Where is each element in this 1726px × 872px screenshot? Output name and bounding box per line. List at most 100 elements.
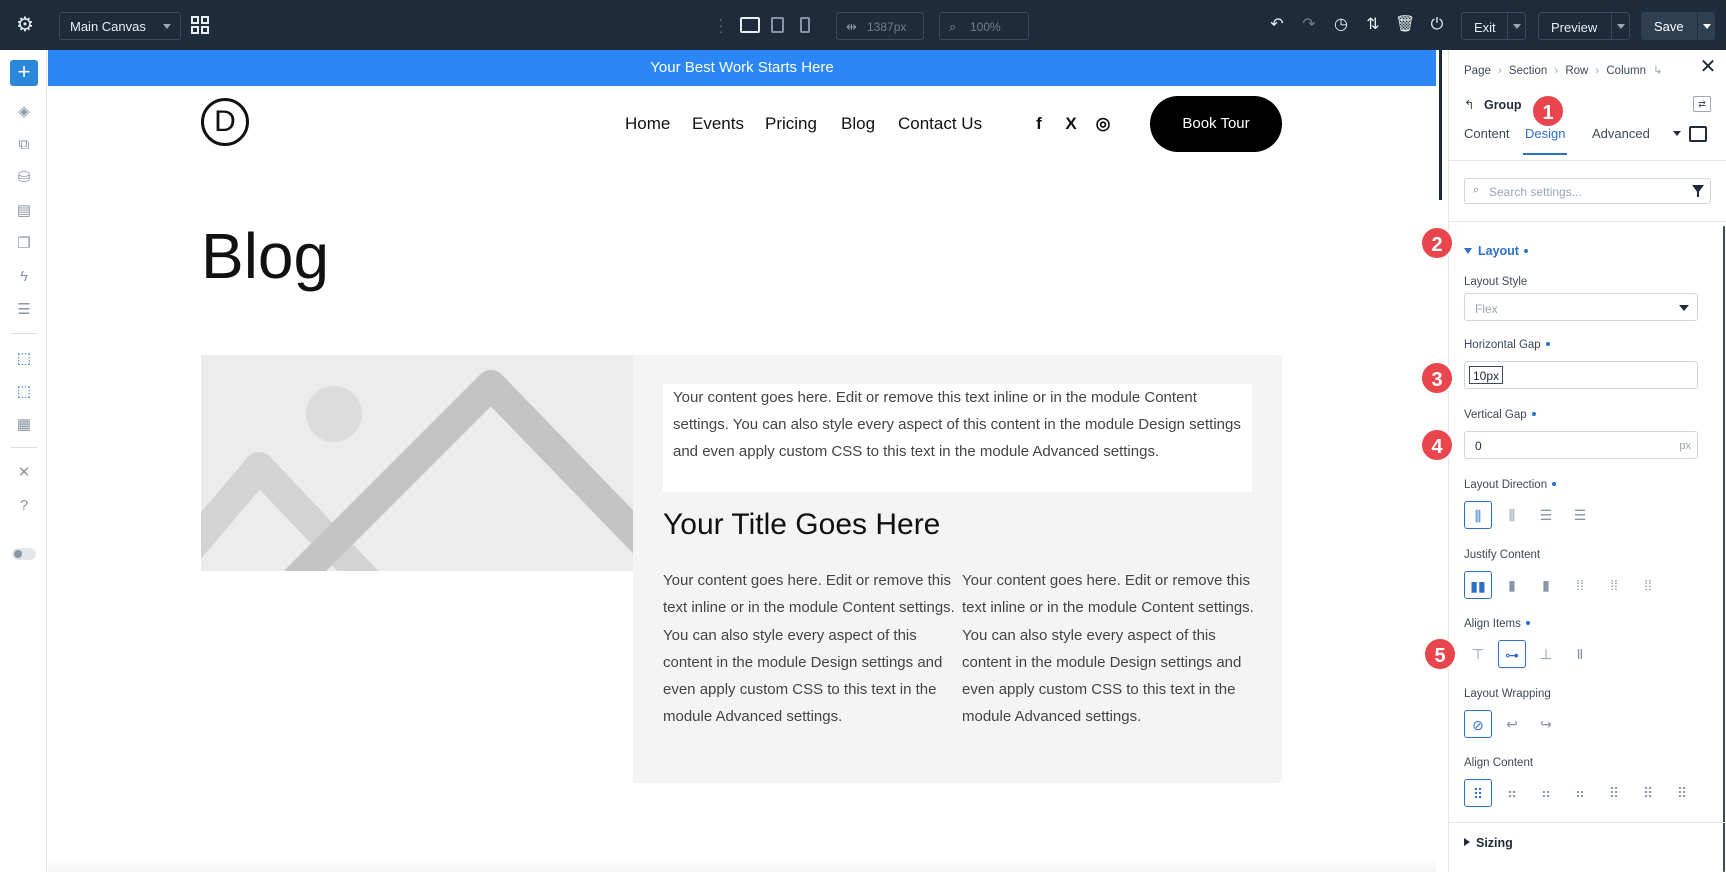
horizontal-gap-input[interactable]: 10px	[1464, 361, 1698, 389]
grid-icon[interactable]	[191, 16, 211, 36]
filter-icon[interactable]	[1692, 185, 1704, 197]
pages-icon[interactable]: ❐	[13, 233, 35, 255]
column-text-2[interactable]: Your content goes here. Edit or remove t…	[962, 567, 1254, 731]
facebook-icon[interactable]: f	[1029, 114, 1049, 134]
breadcrumb-column[interactable]: Column	[1606, 65, 1646, 77]
justify-evenly-icon[interactable]: ⁞⁞	[1634, 571, 1662, 599]
align-start-icon[interactable]: ⊤	[1464, 640, 1492, 668]
undo-icon[interactable]: ↶	[1267, 14, 1287, 36]
placeholder-image	[201, 355, 633, 571]
direction-row-icon[interactable]: ⫼	[1464, 501, 1492, 529]
database-icon[interactable]: ⛁	[13, 167, 35, 189]
theme-icon[interactable]: ⧉	[13, 134, 35, 156]
canvas-select[interactable]: Main Canvas	[59, 12, 181, 40]
align-content-start-icon[interactable]: ⠿	[1464, 779, 1492, 807]
lightning-icon[interactable]: ϟ	[13, 266, 35, 288]
card-title[interactable]: Your Title Goes Here	[663, 508, 940, 542]
align-content-label: Align Content	[1464, 757, 1534, 769]
desktop-view-icon[interactable]	[740, 17, 760, 33]
justify-between-icon[interactable]: ⁞⁞	[1566, 571, 1594, 599]
exit-dropdown-icon[interactable]	[1507, 13, 1525, 39]
search-icon: ⌕	[949, 19, 957, 34]
multi-select-icon[interactable]: ⬚	[13, 381, 35, 403]
nav-link-blog[interactable]: Blog	[841, 114, 875, 134]
close-icon[interactable]: ✕	[1699, 57, 1717, 77]
layout-section-toggle[interactable]: Layout	[1464, 244, 1528, 258]
align-content-center-icon[interactable]: ⠶	[1498, 779, 1526, 807]
select-element-icon[interactable]: ⬚	[13, 348, 35, 370]
preset-icon[interactable]	[1689, 126, 1707, 142]
wrap-reverse-icon[interactable]: ↪	[1532, 710, 1560, 738]
align-content-around-icon[interactable]: ⠿	[1600, 779, 1628, 807]
breadcrumb-page[interactable]: Page	[1464, 65, 1491, 77]
intro-text[interactable]: Your content goes here. Edit or remove t…	[663, 384, 1252, 492]
page-settings-icon[interactable]: ▤	[13, 200, 35, 222]
help-icon[interactable]: ?	[13, 495, 35, 517]
align-center-icon[interactable]: ⊶	[1498, 640, 1526, 668]
align-content-between-icon[interactable]: ⠶	[1566, 779, 1594, 807]
theme-toggle[interactable]	[12, 548, 36, 560]
sizing-section-toggle[interactable]: Sizing	[1464, 836, 1513, 850]
canvas-width-field[interactable]: ⇹ 1387px	[836, 12, 924, 40]
layers-icon[interactable]: ◈	[13, 101, 35, 123]
site-logo[interactable]: D	[201, 98, 249, 146]
tablet-view-icon[interactable]	[771, 17, 784, 33]
history-icon[interactable]: ◷	[1331, 14, 1351, 36]
gear-icon[interactable]: ⚙	[14, 14, 36, 36]
justify-center-icon[interactable]: ▮	[1498, 571, 1526, 599]
tools-icon[interactable]: ✕	[13, 462, 35, 484]
back-arrow-icon[interactable]: ↰	[1464, 98, 1474, 112]
trash-icon[interactable]: 🗑	[1395, 14, 1415, 36]
no-wrap-icon[interactable]: ⊘	[1464, 710, 1492, 738]
sliders-icon[interactable]: ☰	[13, 299, 35, 321]
exit-button[interactable]: Exit	[1461, 12, 1526, 40]
tab-content[interactable]: Content	[1464, 126, 1510, 153]
justify-start-icon[interactable]: ▮▮	[1464, 571, 1492, 599]
column-text-1[interactable]: Your content goes here. Edit or remove t…	[663, 567, 955, 731]
tab-advanced[interactable]: Advanced	[1592, 126, 1650, 153]
nav-link-contact[interactable]: Contact Us	[898, 114, 982, 134]
nav-link-pricing[interactable]: Pricing	[765, 114, 817, 134]
chevron-down-icon	[163, 24, 171, 29]
save-dropdown-icon[interactable]	[1697, 12, 1715, 40]
breadcrumb-row[interactable]: Row	[1565, 65, 1588, 77]
direction-column-reverse-icon[interactable]: ☰	[1566, 501, 1594, 529]
phone-view-icon[interactable]	[800, 17, 810, 33]
nav-link-events[interactable]: Events	[692, 114, 744, 134]
panel-scrollbar[interactable]	[1723, 226, 1725, 872]
power-icon[interactable]: ⏻	[1427, 14, 1447, 36]
preview-dropdown-icon[interactable]	[1611, 13, 1629, 39]
x-twitter-icon[interactable]: X	[1061, 114, 1081, 134]
divider	[1449, 160, 1726, 161]
direction-column-icon[interactable]: ☰	[1532, 501, 1560, 529]
align-content-evenly-icon[interactable]: ⠿	[1634, 779, 1662, 807]
wrap-icon[interactable]: ↩	[1498, 710, 1526, 738]
add-module-button[interactable]: +	[10, 60, 38, 86]
preview-button[interactable]: Preview	[1538, 12, 1630, 40]
align-end-icon[interactable]: ⊥	[1532, 640, 1560, 668]
save-button[interactable]: Save	[1641, 12, 1715, 40]
align-content-end-icon[interactable]: ⠶	[1532, 779, 1560, 807]
settings-search-input[interactable]: ⌕ Search settings...	[1464, 178, 1711, 204]
sort-icon[interactable]: ⇅	[1363, 14, 1383, 36]
justify-around-icon[interactable]: ⁞⁞	[1600, 571, 1628, 599]
group-options-icon[interactable]: ⇄	[1693, 96, 1711, 112]
layout-view-icon[interactable]: ▦	[13, 414, 35, 436]
direction-row-reverse-icon[interactable]: ⫼	[1498, 501, 1526, 529]
zoom-value: 100%	[970, 20, 1001, 34]
drag-handle-icon[interactable]: · · ·	[717, 12, 725, 38]
zoom-field[interactable]: ⌕ 100%	[939, 12, 1029, 40]
redo-icon[interactable]: ↷	[1299, 14, 1319, 36]
justify-end-icon[interactable]: ▮	[1532, 571, 1560, 599]
vertical-gap-input[interactable]: 0 px	[1464, 431, 1698, 459]
tab-design[interactable]: Design	[1523, 126, 1568, 155]
book-tour-button[interactable]: Book Tour	[1150, 96, 1282, 152]
layout-style-select[interactable]: Flex	[1464, 293, 1698, 321]
align-stretch-icon[interactable]: Ⅱ	[1566, 640, 1594, 668]
align-content-stretch-icon[interactable]: ⠿	[1668, 779, 1696, 807]
nav-link-home[interactable]: Home	[625, 114, 670, 134]
blog-card-content: Your content goes here. Edit or remove t…	[633, 355, 1282, 783]
tabs-menu-icon[interactable]	[1673, 131, 1681, 136]
instagram-icon[interactable]: ◎	[1093, 114, 1113, 134]
breadcrumb-section[interactable]: Section	[1509, 65, 1547, 77]
